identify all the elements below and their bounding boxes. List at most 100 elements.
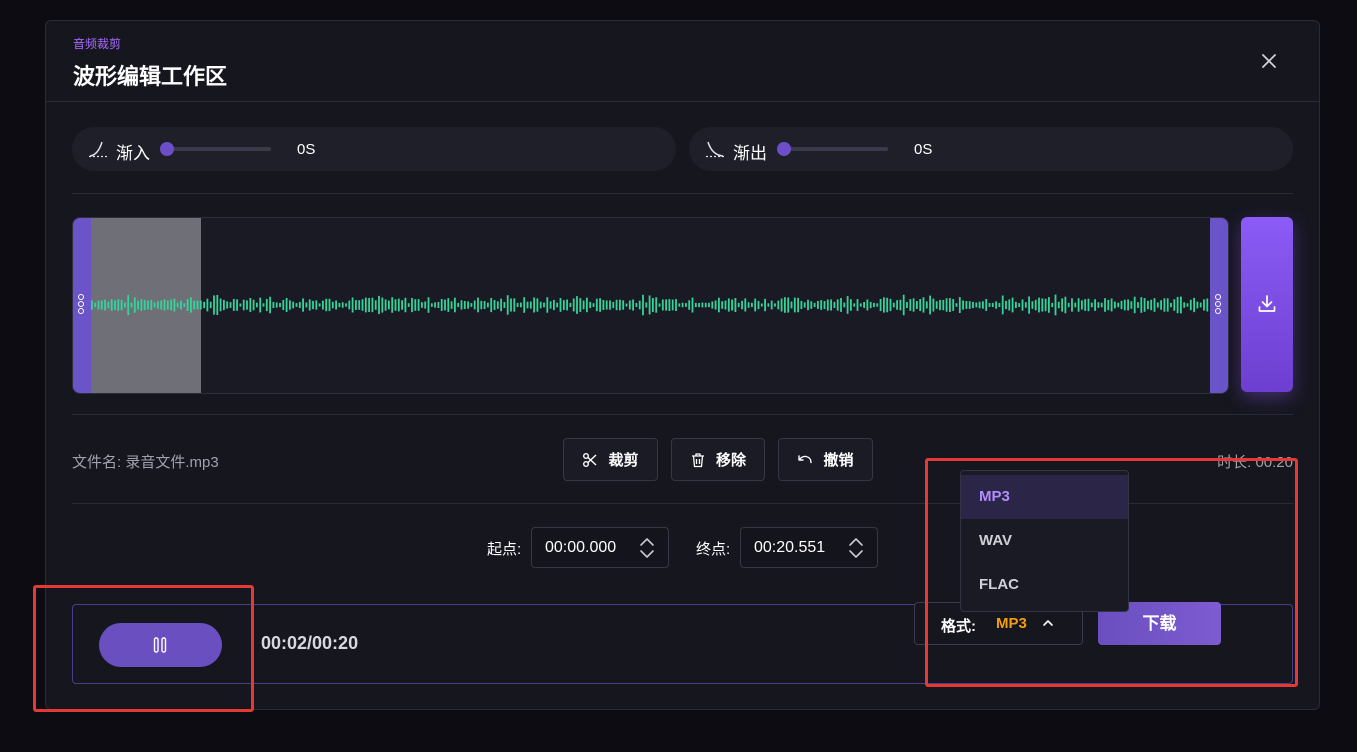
cut-button[interactable]: 裁剪 xyxy=(563,438,658,481)
format-option-wav[interactable]: WAV xyxy=(961,519,1128,563)
waveform-bar xyxy=(358,300,361,310)
file-duration: 时长: 00:20 xyxy=(1217,454,1293,471)
waveform-bar xyxy=(965,301,968,309)
waveform-bar xyxy=(958,297,961,313)
waveform-bar xyxy=(589,301,592,309)
pause-icon xyxy=(153,637,167,653)
waveform-bar xyxy=(163,299,166,311)
waveform-bar xyxy=(741,300,743,310)
trash-icon xyxy=(691,452,704,467)
waveform-bar xyxy=(487,302,489,308)
undo-button[interactable]: 撤销 xyxy=(778,438,873,481)
waveform-bar xyxy=(850,299,852,311)
waveform-bar xyxy=(447,298,450,312)
waveform-bar xyxy=(490,298,493,313)
waveform-bar xyxy=(906,302,908,308)
remove-label: 移除 xyxy=(715,452,746,469)
waveform-bar xyxy=(322,300,324,310)
scissors-icon xyxy=(583,452,597,467)
waveform-bar xyxy=(873,302,875,308)
waveform-bar xyxy=(1041,298,1044,312)
waveform-bar xyxy=(556,302,559,308)
waveform-bar xyxy=(1180,296,1182,314)
end-time-label: 终点: xyxy=(696,541,731,558)
waveform-bar xyxy=(1203,299,1205,311)
waveform-bar xyxy=(998,303,1001,307)
waveform-bar xyxy=(364,297,367,313)
pause-button[interactable] xyxy=(99,623,222,667)
waveform-bar xyxy=(678,303,681,307)
waveform-bar xyxy=(117,299,120,311)
format-option-flac[interactable]: FLAC xyxy=(961,563,1128,607)
format-option-mp3[interactable]: MP3 xyxy=(961,475,1128,519)
start-time-input[interactable]: 00:00.000 xyxy=(531,527,669,568)
grip-icon xyxy=(1215,294,1223,315)
waveform-bar xyxy=(1189,299,1192,311)
waveform-bar xyxy=(223,299,225,311)
waveform-bar xyxy=(645,302,648,308)
waveform-bar xyxy=(414,299,417,311)
fade-in-value: 0S xyxy=(297,141,316,158)
waveform-bar xyxy=(1028,296,1030,314)
fade-in-label: 渐入 xyxy=(116,144,150,163)
waveform-bar xyxy=(269,296,271,314)
waveform-bar xyxy=(140,299,143,311)
fade-out-value: 0S xyxy=(914,141,933,158)
chevron-up-icon xyxy=(1043,620,1053,626)
waveform-bar xyxy=(668,299,671,311)
waveform-bar xyxy=(546,297,549,313)
waveform-bar xyxy=(173,298,176,312)
waveform-bar xyxy=(1018,303,1021,307)
end-time-input[interactable]: 00:20.551 xyxy=(740,527,878,568)
fade-out-slider-thumb[interactable] xyxy=(777,142,791,156)
waveform-bar xyxy=(1117,302,1120,308)
stepper-icon[interactable] xyxy=(847,536,865,560)
waveform-bar xyxy=(114,300,116,310)
waveform-bar xyxy=(302,298,304,312)
waveform-bar xyxy=(559,298,562,312)
trim-end-handle[interactable] xyxy=(1210,218,1228,393)
close-icon[interactable] xyxy=(1257,49,1281,73)
fade-in-slider-thumb[interactable] xyxy=(160,142,174,156)
waveform-bar xyxy=(833,301,836,308)
waveform-bar xyxy=(1054,294,1057,316)
waveform-bar xyxy=(510,298,512,312)
waveform-bar xyxy=(991,302,994,308)
waveform-bar xyxy=(708,302,710,308)
waveform-bar xyxy=(609,300,611,310)
waveform-bar xyxy=(1097,302,1100,308)
waveform-bar xyxy=(830,299,832,311)
waveform-bar xyxy=(1051,302,1054,308)
waveform-bar xyxy=(688,300,691,310)
waveform-bar xyxy=(638,300,641,310)
waveform-area[interactable] xyxy=(72,217,1229,394)
waveform-bar xyxy=(232,299,235,311)
waveform-bar xyxy=(916,301,918,309)
waveform-bar xyxy=(513,298,516,312)
stepper-icon[interactable] xyxy=(638,536,656,560)
export-button[interactable] xyxy=(1241,217,1293,392)
remove-button[interactable]: 移除 xyxy=(671,438,765,481)
waveform-bar xyxy=(137,300,139,310)
waveform-bar xyxy=(176,302,179,308)
waveform-bar xyxy=(1024,302,1027,308)
trim-start-handle[interactable] xyxy=(73,218,91,393)
waveform-bar xyxy=(747,302,750,308)
end-time-value: 00:20.551 xyxy=(754,539,826,556)
waveform-bar xyxy=(820,300,823,310)
fade-in-slider-track[interactable] xyxy=(167,147,271,151)
waveform-bar xyxy=(1038,297,1040,313)
waveform-bar xyxy=(793,297,796,313)
waveform-bar xyxy=(496,301,499,309)
waveform-bar xyxy=(754,298,757,312)
waveform-bar xyxy=(391,297,394,313)
waveform-bar xyxy=(295,303,298,307)
fade-out-icon xyxy=(705,139,725,159)
waveform-bar xyxy=(272,302,275,308)
fade-out-slider-track[interactable] xyxy=(784,147,888,151)
waveform-bar xyxy=(394,299,397,311)
waveform-bar xyxy=(1137,302,1139,308)
waveform-bar xyxy=(955,303,958,307)
waveform-bar xyxy=(361,299,364,311)
waveform-bar xyxy=(780,298,783,312)
